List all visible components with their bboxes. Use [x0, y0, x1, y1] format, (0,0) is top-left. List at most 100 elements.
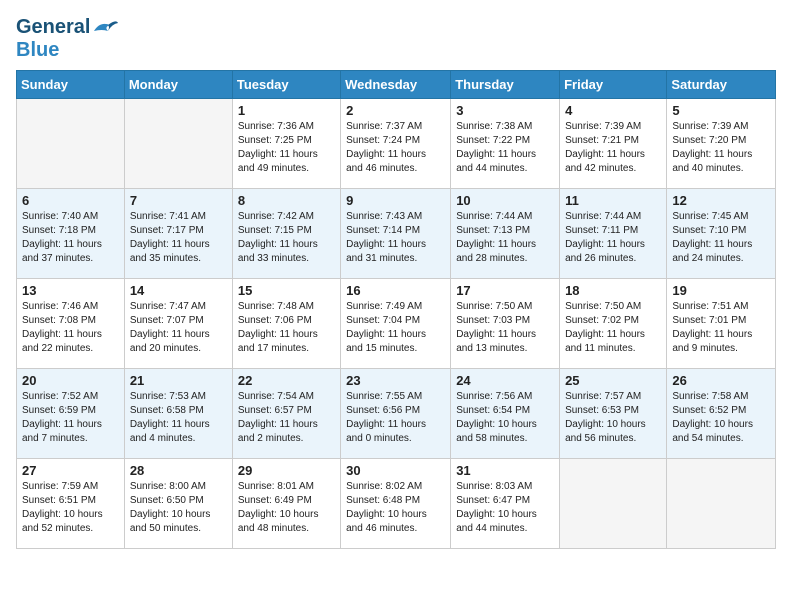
cell-info: Sunrise: 7:49 AMSunset: 7:04 PMDaylight:…: [346, 300, 445, 356]
calendar-week-row: 13Sunrise: 7:46 AMSunset: 7:08 PMDayligh…: [17, 279, 776, 369]
day-number: 19: [672, 283, 770, 298]
cell-info: Sunrise: 7:59 AMSunset: 6:51 PMDaylight:…: [22, 480, 119, 536]
day-number: 2: [346, 103, 445, 118]
day-number: 3: [456, 103, 554, 118]
cell-info: Sunrise: 7:41 AMSunset: 7:17 PMDaylight:…: [130, 210, 227, 266]
calendar-week-row: 1Sunrise: 7:36 AMSunset: 7:25 PMDaylight…: [17, 99, 776, 189]
cell-info: Sunrise: 8:00 AMSunset: 6:50 PMDaylight:…: [130, 480, 227, 536]
cell-info: Sunrise: 7:39 AMSunset: 7:20 PMDaylight:…: [672, 120, 770, 176]
calendar-cell: 13Sunrise: 7:46 AMSunset: 7:08 PMDayligh…: [17, 279, 125, 369]
calendar-cell: 3 Sunrise: 7:38 AMSunset: 7:22 PMDaylight…: [451, 99, 560, 189]
calendar-cell: 12Sunrise: 7:45 AMSunset: 7:10 PMDayligh…: [667, 189, 776, 279]
logo-text: General: [16, 16, 90, 39]
calendar-header-row: SundayMondayTuesdayWednesdayThursdayFrid…: [17, 71, 776, 99]
column-header-monday: Monday: [124, 71, 232, 99]
day-number: 24: [456, 373, 554, 388]
cell-info: Sunrise: 8:02 AMSunset: 6:48 PMDaylight:…: [346, 480, 445, 536]
cell-info: Sunrise: 7:54 AMSunset: 6:57 PMDaylight:…: [238, 390, 335, 446]
calendar-week-row: 20Sunrise: 7:52 AMSunset: 6:59 PMDayligh…: [17, 369, 776, 459]
calendar-cell: 8 Sunrise: 7:42 AMSunset: 7:15 PMDaylight…: [232, 189, 340, 279]
calendar-cell: 9 Sunrise: 7:43 AMSunset: 7:14 PMDaylight…: [341, 189, 451, 279]
day-number: 26: [672, 373, 770, 388]
cell-info: Sunrise: 7:48 AMSunset: 7:06 PMDaylight:…: [238, 300, 335, 356]
logo-bird-icon: [90, 17, 120, 39]
day-number: 28: [130, 463, 227, 478]
calendar-cell: [124, 99, 232, 189]
day-number: 17: [456, 283, 554, 298]
day-number: 31: [456, 463, 554, 478]
day-number: 13: [22, 283, 119, 298]
cell-info: Sunrise: 7:42 AMSunset: 7:15 PMDaylight:…: [238, 210, 335, 266]
column-header-thursday: Thursday: [451, 71, 560, 99]
cell-info: Sunrise: 7:45 AMSunset: 7:10 PMDaylight:…: [672, 210, 770, 266]
day-number: 30: [346, 463, 445, 478]
cell-info: Sunrise: 7:44 AMSunset: 7:13 PMDaylight:…: [456, 210, 554, 266]
cell-info: Sunrise: 7:53 AMSunset: 6:58 PMDaylight:…: [130, 390, 227, 446]
cell-info: Sunrise: 7:40 AMSunset: 7:18 PMDaylight:…: [22, 210, 119, 266]
day-number: 8: [238, 193, 335, 208]
calendar-week-row: 6 Sunrise: 7:40 AMSunset: 7:18 PMDaylight…: [17, 189, 776, 279]
cell-info: Sunrise: 7:44 AMSunset: 7:11 PMDaylight:…: [565, 210, 661, 266]
day-number: 10: [456, 193, 554, 208]
cell-info: Sunrise: 7:43 AMSunset: 7:14 PMDaylight:…: [346, 210, 445, 266]
calendar-cell: 21 Sunrise: 7:53 AMSunset: 6:58 PMDayligh…: [124, 369, 232, 459]
cell-info: Sunrise: 7:51 AMSunset: 7:01 PMDaylight:…: [672, 300, 770, 356]
day-number: 22: [238, 373, 335, 388]
calendar-cell: 22 Sunrise: 7:54 AMSunset: 6:57 PMDayligh…: [232, 369, 340, 459]
calendar-cell: 14Sunrise: 7:47 AMSunset: 7:07 PMDayligh…: [124, 279, 232, 369]
day-number: 9: [346, 193, 445, 208]
calendar-cell: 11 Sunrise: 7:44 AMSunset: 7:11 PMDayligh…: [560, 189, 667, 279]
cell-info: Sunrise: 7:50 AMSunset: 7:02 PMDaylight:…: [565, 300, 661, 356]
calendar-cell: 26Sunrise: 7:58 AMSunset: 6:52 PMDayligh…: [667, 369, 776, 459]
day-number: 20: [22, 373, 119, 388]
calendar-cell: 6 Sunrise: 7:40 AMSunset: 7:18 PMDaylight…: [17, 189, 125, 279]
cell-info: Sunrise: 7:50 AMSunset: 7:03 PMDaylight:…: [456, 300, 554, 356]
day-number: 18: [565, 283, 661, 298]
calendar-cell: 2 Sunrise: 7:37 AMSunset: 7:24 PMDaylight…: [341, 99, 451, 189]
calendar-cell: 20Sunrise: 7:52 AMSunset: 6:59 PMDayligh…: [17, 369, 125, 459]
cell-info: Sunrise: 7:39 AMSunset: 7:21 PMDaylight:…: [565, 120, 661, 176]
calendar-cell: 31 Sunrise: 8:03 AMSunset: 6:47 PMDayligh…: [451, 459, 560, 549]
column-header-saturday: Saturday: [667, 71, 776, 99]
cell-info: Sunrise: 7:37 AMSunset: 7:24 PMDaylight:…: [346, 120, 445, 176]
logo: General Blue: [16, 16, 120, 62]
calendar-table: SundayMondayTuesdayWednesdayThursdayFrid…: [16, 70, 776, 549]
day-number: 16: [346, 283, 445, 298]
cell-info: Sunrise: 7:47 AMSunset: 7:07 PMDaylight:…: [130, 300, 227, 356]
day-number: 27: [22, 463, 119, 478]
day-number: 6: [22, 193, 119, 208]
cell-info: Sunrise: 7:38 AMSunset: 7:22 PMDaylight:…: [456, 120, 554, 176]
cell-info: Sunrise: 8:01 AMSunset: 6:49 PMDaylight:…: [238, 480, 335, 536]
calendar-cell: 17 Sunrise: 7:50 AMSunset: 7:03 PMDayligh…: [451, 279, 560, 369]
day-number: 15: [238, 283, 335, 298]
column-header-friday: Friday: [560, 71, 667, 99]
calendar-cell: 1Sunrise: 7:36 AMSunset: 7:25 PMDaylight…: [232, 99, 340, 189]
calendar-cell: 18 Sunrise: 7:50 AMSunset: 7:02 PMDayligh…: [560, 279, 667, 369]
calendar-cell: 5 Sunrise: 7:39 AMSunset: 7:20 PMDaylight…: [667, 99, 776, 189]
page-header: General Blue: [16, 16, 776, 62]
calendar-cell: 24 Sunrise: 7:56 AMSunset: 6:54 PMDayligh…: [451, 369, 560, 459]
day-number: 7: [130, 193, 227, 208]
calendar-cell: 19 Sunrise: 7:51 AMSunset: 7:01 PMDayligh…: [667, 279, 776, 369]
day-number: 29: [238, 463, 335, 478]
calendar-cell: 15 Sunrise: 7:48 AMSunset: 7:06 PMDayligh…: [232, 279, 340, 369]
logo-blue-text: Blue: [16, 39, 59, 61]
calendar-cell: 25Sunrise: 7:57 AMSunset: 6:53 PMDayligh…: [560, 369, 667, 459]
day-number: 11: [565, 193, 661, 208]
calendar-cell: 28 Sunrise: 8:00 AMSunset: 6:50 PMDayligh…: [124, 459, 232, 549]
calendar-cell: 29 Sunrise: 8:01 AMSunset: 6:49 PMDayligh…: [232, 459, 340, 549]
calendar-cell: 30 Sunrise: 8:02 AMSunset: 6:48 PMDayligh…: [341, 459, 451, 549]
column-header-wednesday: Wednesday: [341, 71, 451, 99]
calendar-cell: [667, 459, 776, 549]
cell-info: Sunrise: 7:56 AMSunset: 6:54 PMDaylight:…: [456, 390, 554, 446]
cell-info: Sunrise: 8:03 AMSunset: 6:47 PMDaylight:…: [456, 480, 554, 536]
day-number: 23: [346, 373, 445, 388]
calendar-week-row: 27 Sunrise: 7:59 AMSunset: 6:51 PMDayligh…: [17, 459, 776, 549]
day-number: 21: [130, 373, 227, 388]
calendar-cell: 10 Sunrise: 7:44 AMSunset: 7:13 PMDayligh…: [451, 189, 560, 279]
day-number: 5: [672, 103, 770, 118]
day-number: 25: [565, 373, 661, 388]
day-number: 1: [238, 103, 335, 118]
cell-info: Sunrise: 7:55 AMSunset: 6:56 PMDaylight:…: [346, 390, 445, 446]
calendar-cell: [17, 99, 125, 189]
